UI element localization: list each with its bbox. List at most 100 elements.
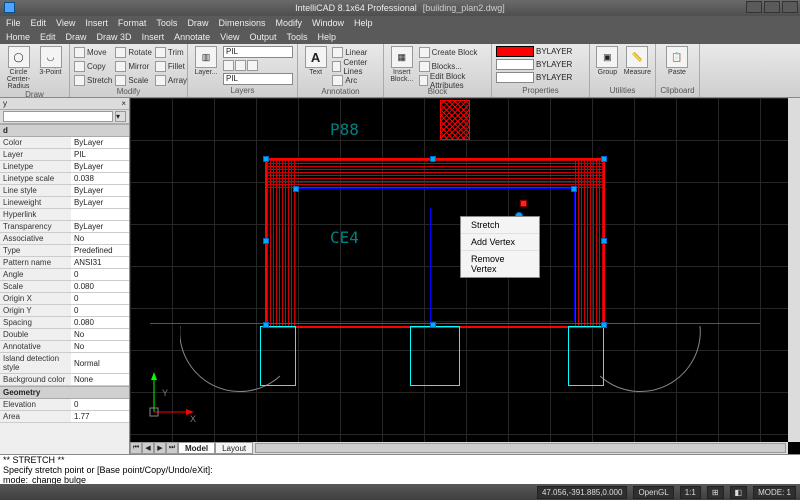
scrollbar-vertical[interactable] — [788, 98, 800, 442]
text-button[interactable]: AText — [302, 46, 329, 76]
measure-icon: 📏 — [626, 46, 648, 68]
menu-format[interactable]: Format — [118, 18, 147, 28]
grip[interactable] — [571, 186, 577, 192]
tab-layout[interactable]: Layout — [215, 442, 253, 454]
minimize-button[interactable] — [746, 1, 762, 13]
grip[interactable] — [601, 238, 607, 244]
menu-help[interactable]: Help — [354, 18, 373, 28]
ctx-remove-vertex[interactable]: Remove Vertex — [461, 251, 539, 277]
menu-window[interactable]: Window — [312, 18, 344, 28]
grip[interactable] — [430, 322, 436, 328]
arc-button[interactable]: ◡3-Point — [36, 46, 65, 76]
menu-tools[interactable]: Tools — [156, 18, 177, 28]
grip[interactable] — [263, 156, 269, 162]
paste-button[interactable]: 📋Paste — [660, 46, 694, 76]
status-toggle-icon[interactable]: ⊞ — [707, 486, 724, 499]
wall-hatch-right — [575, 160, 603, 326]
copy-button[interactable]: Copy — [74, 60, 112, 73]
edit-attrs-button[interactable]: Edit Block Attributes — [419, 74, 487, 87]
section-geometry: Geometry — [0, 386, 129, 399]
centerlines-button[interactable]: Center Lines — [332, 60, 379, 73]
panel-block-label: Block — [388, 87, 487, 96]
tab-nav-first[interactable]: ⏮ — [130, 442, 142, 454]
group-button[interactable]: ▣Group — [594, 46, 621, 76]
insert-block-button[interactable]: ▦Insert Block... — [388, 46, 416, 83]
lw-bylayer: BYLAYER — [536, 73, 572, 82]
stretch-button[interactable]: Stretch — [74, 74, 112, 87]
tab-nav-next[interactable]: ▶ — [154, 442, 166, 454]
close-button[interactable] — [782, 1, 798, 13]
command-window[interactable]: ** STRETCH ** Specify stretch point or [… — [0, 454, 800, 484]
menu-modify[interactable]: Modify — [275, 18, 302, 28]
tab-nav-prev[interactable]: ◀ — [142, 442, 154, 454]
tab-draw3d[interactable]: Draw 3D — [97, 32, 132, 42]
prop-combo[interactable] — [3, 111, 113, 122]
tab-home[interactable]: Home — [6, 32, 30, 42]
app-icon — [4, 2, 15, 13]
layer-tool-icon[interactable] — [223, 60, 234, 71]
grip[interactable] — [293, 186, 299, 192]
layer-tool-icon[interactable] — [235, 60, 246, 71]
layer-combo2[interactable]: PIL — [223, 73, 293, 85]
properties-panel: y× ▾ d ColorByLayer LayerPIL LinetypeByL… — [0, 98, 130, 454]
create-block-button[interactable]: Create Block — [419, 46, 487, 59]
paste-icon: 📋 — [666, 46, 688, 68]
status-toggle-icon[interactable]: ◧ — [730, 486, 748, 499]
create-block-icon — [419, 47, 430, 58]
menu-edit[interactable]: Edit — [31, 18, 47, 28]
move-button[interactable]: Move — [74, 46, 112, 59]
measure-button[interactable]: 📏Measure — [624, 46, 651, 76]
ctx-add-vertex[interactable]: Add Vertex — [461, 234, 539, 251]
menu-insert[interactable]: Insert — [85, 18, 108, 28]
grip[interactable] — [263, 322, 269, 328]
tab-view[interactable]: View — [220, 32, 239, 42]
col-left — [260, 326, 296, 386]
ctx-stretch[interactable]: Stretch — [461, 217, 539, 234]
lineweight-swatch[interactable] — [496, 72, 534, 83]
app-title: IntelliCAD 8.1x64 Professional — [295, 3, 417, 13]
status-ratio[interactable]: 1:1 — [680, 486, 701, 499]
mirror-button[interactable]: Mirror — [115, 60, 152, 73]
menu-file[interactable]: File — [6, 18, 21, 28]
dim-arc-button[interactable]: Arc — [332, 74, 379, 87]
grip[interactable] — [263, 238, 269, 244]
tab-output[interactable]: Output — [249, 32, 276, 42]
linetype-swatch[interactable] — [496, 59, 534, 70]
wall-hatch-top — [267, 160, 603, 188]
trim-button[interactable]: Trim — [155, 46, 187, 59]
scale-button[interactable]: Scale — [115, 74, 152, 87]
grip-hot[interactable] — [520, 200, 527, 207]
tab-edit[interactable]: Edit — [40, 32, 56, 42]
grip[interactable] — [601, 156, 607, 162]
pattern-table: AssociativeNo TypePredefined Pattern nam… — [0, 233, 129, 386]
circle-button[interactable]: ◯Circle Center-Radius — [4, 46, 33, 90]
array-icon — [155, 75, 166, 86]
grip[interactable] — [601, 322, 607, 328]
layer-combo[interactable]: PIL — [223, 46, 293, 58]
tab-annotate[interactable]: Annotate — [174, 32, 210, 42]
rotate-button[interactable]: Rotate — [115, 46, 152, 59]
hatch-block — [440, 100, 470, 140]
prop-close-icon[interactable]: × — [121, 99, 126, 108]
color-swatch[interactable] — [496, 46, 534, 57]
menu-dimensions[interactable]: Dimensions — [218, 18, 265, 28]
tab-model[interactable]: Model — [178, 442, 215, 454]
tab-nav-last[interactable]: ⏭ — [166, 442, 178, 454]
tab-draw[interactable]: Draw — [66, 32, 87, 42]
tab-help[interactable]: Help — [318, 32, 337, 42]
text-icon: A — [305, 46, 327, 68]
fillet-button[interactable]: Fillet — [155, 60, 187, 73]
insert-block-icon: ▦ — [391, 46, 413, 68]
menu-draw[interactable]: Draw — [187, 18, 208, 28]
prop-tool-icon[interactable]: ▾ — [115, 111, 126, 122]
scrollbar-horizontal[interactable] — [255, 443, 786, 453]
array-button[interactable]: Array — [155, 74, 187, 87]
layer-button[interactable]: ▥Layer... — [192, 46, 220, 76]
drawing-canvas[interactable]: P88 CE4 Stretch Add Vertex — [130, 98, 800, 454]
tab-tools[interactable]: Tools — [287, 32, 308, 42]
maximize-button[interactable] — [764, 1, 780, 13]
tab-insert[interactable]: Insert — [142, 32, 165, 42]
layer-tool-icon[interactable] — [247, 60, 258, 71]
menu-view[interactable]: View — [56, 18, 75, 28]
grip[interactable] — [430, 156, 436, 162]
